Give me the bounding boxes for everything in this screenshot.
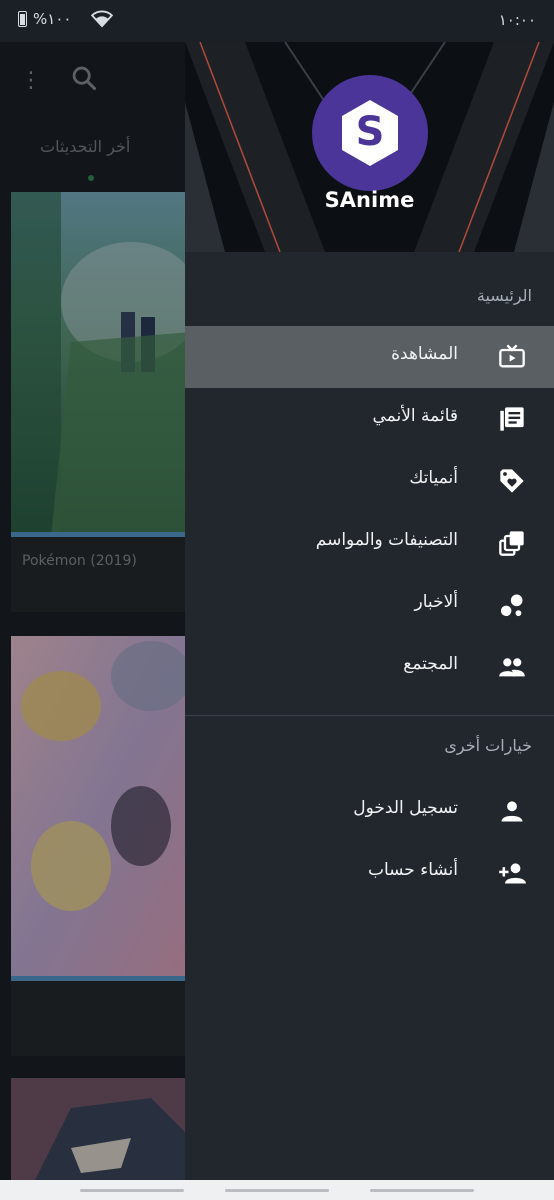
bubbles-icon (500, 594, 523, 617)
tag-heart-icon (500, 469, 524, 493)
section-header-other: خيارات أخرى (444, 736, 532, 755)
drawer-item-my-anime[interactable]: أنمياتك (185, 450, 554, 512)
tv-icon (499, 344, 525, 368)
section-header-main: الرئيسية (476, 286, 532, 305)
clock: ١٠:٠٠ (498, 11, 536, 29)
group-icon (499, 658, 525, 677)
battery-icon (18, 11, 27, 27)
app-name: SAnime (324, 188, 415, 212)
scrim[interactable] (0, 42, 185, 1180)
person-add-icon (499, 863, 526, 884)
wifi-icon (91, 10, 114, 28)
drawer-item-label: قائمة الأنمي (372, 406, 458, 426)
nav-recents-button[interactable] (80, 1189, 184, 1192)
drawer-item-watching[interactable]: المشاهدة (185, 326, 554, 388)
drawer-item-login[interactable]: تسجيل الدخول (185, 780, 554, 842)
drawer-item-label: المشاهدة (391, 344, 458, 364)
system-nav-bar (0, 1180, 554, 1200)
drawer-item-register[interactable]: أنشاء حساب (185, 842, 554, 904)
divider (185, 715, 554, 716)
logo-letter: S (355, 109, 385, 155)
drawer-item-label: أنشاء حساب (367, 860, 458, 880)
drawer-header: S SAnime (185, 42, 554, 252)
drawer-item-label: أنمياتك (409, 468, 458, 488)
navigation-drawer: S SAnime الرئيسية المشاهدة قائمة الأنمي … (185, 42, 554, 1180)
drawer-item-label: تسجيل الدخول (353, 798, 458, 818)
drawer-item-genres-seasons[interactable]: التصنيفات والمواسم (185, 512, 554, 574)
status-bar: %١٠٠ ١٠:٠٠ (0, 0, 554, 42)
drawer-item-community[interactable]: المجتمع (185, 636, 554, 698)
person-icon (501, 801, 523, 822)
collections-icon (499, 531, 524, 556)
drawer-item-news[interactable]: ألاخبار (185, 574, 554, 636)
drawer-item-label: المجتمع (403, 654, 458, 674)
nav-back-button[interactable] (370, 1189, 474, 1192)
drawer-item-label: التصنيفات والمواسم (315, 530, 458, 550)
drawer-item-anime-list[interactable]: قائمة الأنمي (185, 388, 554, 450)
battery-level: %١٠٠ (33, 10, 72, 28)
list-icon (500, 407, 524, 431)
drawer-item-label: ألاخبار (414, 592, 458, 612)
nav-home-button[interactable] (225, 1189, 329, 1192)
app-logo: S (312, 75, 428, 191)
